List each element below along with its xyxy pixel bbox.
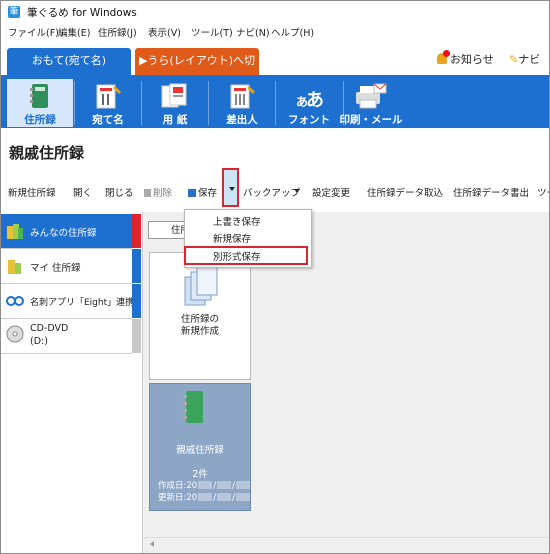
postcard-icon [96, 84, 121, 109]
navi-link[interactable]: ✎ナビ [509, 51, 540, 67]
new-book-icon [184, 267, 218, 306]
menu-file[interactable]: ファイル(F) [8, 25, 59, 39]
title-bar: 筆 筆ぐるめ for Windows [1, 1, 549, 23]
backup-chevron-icon[interactable] [294, 189, 300, 193]
new-addressbook-button[interactable]: 新規住所録 [8, 185, 56, 199]
import-button[interactable]: 住所録データ取込 [367, 185, 443, 199]
bell-icon [437, 50, 450, 64]
notice-link[interactable]: お知らせ [437, 50, 494, 67]
location-label: 名刺アプリ「Eight」連携 [30, 298, 135, 308]
menu-tool[interactable]: ツール(T) [191, 25, 233, 39]
tool-button[interactable]: ツー [537, 185, 549, 199]
location-sublabel: (D:) [30, 336, 48, 347]
created-label: 作成日:20 [158, 481, 198, 491]
location-label: マイ 住所録 [30, 263, 81, 274]
horizontal-scrollbar[interactable] [143, 537, 549, 552]
tab-front[interactable]: おもて(宛て名) [7, 48, 131, 75]
ribbon-addressbook[interactable]: 住所録 [7, 79, 73, 127]
save-label: 保存 [198, 188, 218, 199]
ribbon-label: フォント [288, 114, 330, 126]
app-icon: 筆 [8, 6, 20, 18]
printer-icon [356, 83, 387, 109]
ribbon-label: 差出人 [226, 114, 258, 126]
sender-card-icon [230, 84, 255, 109]
scroll-left-icon[interactable] [150, 541, 154, 547]
green-book-icon [183, 391, 203, 423]
ribbon-label: 用 紙 [162, 114, 188, 126]
card-book-count: 2件 [192, 469, 208, 480]
disc-icon [6, 325, 24, 343]
open-button[interactable]: 開く [73, 185, 92, 199]
menu-new-save[interactable]: 新規保存 [213, 231, 251, 245]
menu-navi[interactable]: ナビ(N) [236, 25, 270, 39]
card-line2: 新規作成 [180, 326, 219, 337]
location-label: みんなの住所録 [30, 228, 97, 239]
my-books-icon [8, 260, 21, 274]
paper-icon [161, 83, 187, 108]
trash-icon [144, 189, 151, 197]
menu-bar: ファイル(F) 編集(E) 住所録(J) 表示(V) ツール(T) ナビ(N) … [1, 23, 549, 40]
save-button[interactable]: 保存 [188, 185, 217, 199]
menu-help[interactable]: ヘルプ(H) [271, 25, 314, 39]
backup-button[interactable]: バックアップ [243, 185, 300, 199]
highlight-box [184, 246, 308, 265]
card-created: 作成日:20// [158, 479, 251, 491]
location-eight[interactable]: 名刺アプリ「Eight」連携 [1, 284, 135, 319]
ribbon-addressee[interactable]: 宛て名 [75, 79, 141, 127]
shared-books-icon [7, 224, 23, 239]
font-icon: あ あ [296, 90, 324, 110]
delete-label: 削除 [153, 188, 173, 199]
ribbon-print-mail[interactable]: 印刷・メール [331, 79, 411, 127]
svg-text:あ: あ [306, 90, 324, 110]
wand-icon: ✎ [509, 53, 519, 66]
ribbon-label: 印刷・メール [339, 114, 403, 126]
new-addressbook-card[interactable]: 住所録の 新規作成 [149, 252, 251, 380]
export-button[interactable]: 住所録データ書出 [453, 185, 529, 199]
ribbon-label: 住所録 [24, 114, 56, 126]
menu-edit[interactable]: 編集(E) [58, 25, 90, 39]
ribbon-sender[interactable]: 差出人 [209, 79, 275, 127]
card-updated: 更新日:20// [158, 491, 251, 503]
location-label: CD-DVD [30, 323, 69, 334]
page-title: 親戚住所録 [9, 144, 85, 162]
settings-button[interactable]: 設定変更 [312, 185, 350, 199]
tab-back[interactable]: ▶うら(レイアウト)へ切替 [135, 48, 259, 93]
location-shared[interactable]: みんなの住所録 [1, 214, 132, 249]
floppy-icon [188, 189, 196, 197]
app-window: 筆 筆ぐるめ for Windows ファイル(F) 編集(E) 住所録(J) … [0, 0, 550, 554]
addressbook-icon [30, 84, 48, 108]
eight-link-icon [6, 296, 24, 306]
addressbook-location-pane: みんなの住所録 マイ 住所録 名刺アプリ「Eight」連携 CD-DVD (D:… [1, 212, 143, 553]
menu-view[interactable]: 表示(V) [148, 25, 181, 39]
chevron-down-icon [229, 187, 235, 191]
menu-overwrite-save[interactable]: 上書き保存 [213, 214, 261, 228]
location-cd-dvd[interactable]: CD-DVD (D:) [1, 319, 132, 354]
ribbon-label: 宛て名 [92, 114, 124, 126]
ribbon-paper[interactable]: 用 紙 [142, 79, 208, 127]
addressbook-card[interactable]: 親戚住所録 2件 作成日:20// 更新日:20// [149, 383, 251, 511]
navi-label: ナビ [518, 53, 541, 66]
location-my[interactable]: マイ 住所録 [1, 249, 132, 284]
notice-label: お知らせ [450, 53, 494, 66]
menu-addressbook[interactable]: 住所録(J) [98, 25, 137, 39]
close-button[interactable]: 閉じる [105, 185, 134, 199]
updated-label: 更新日:20 [158, 493, 198, 503]
window-title: 筆ぐるめ for Windows [27, 7, 137, 19]
card-line1: 住所録の [180, 314, 219, 325]
delete-button[interactable]: 削除 [144, 185, 172, 199]
card-book-name: 親戚住所録 [176, 445, 224, 456]
